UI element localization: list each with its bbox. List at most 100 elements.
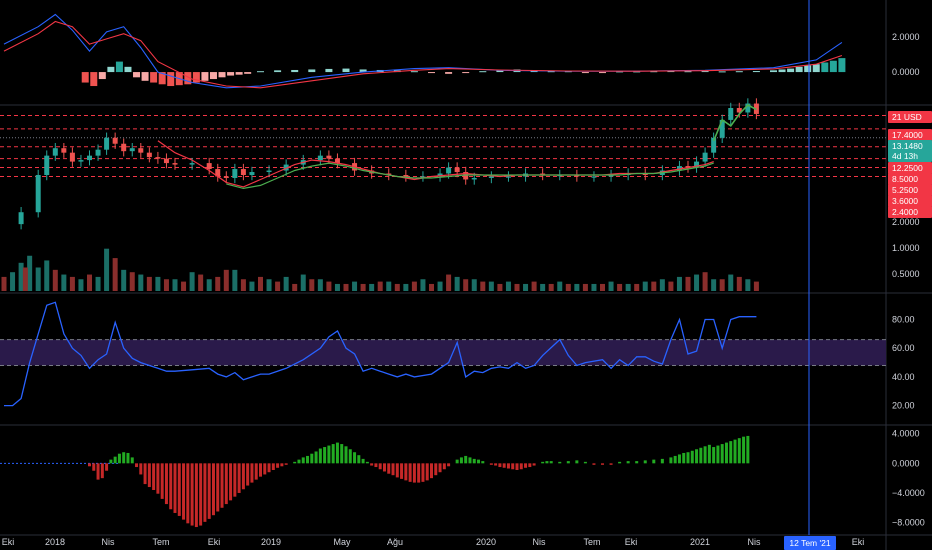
momentum-bar [506, 463, 510, 469]
volume-bar [95, 276, 101, 291]
momentum-bar [237, 463, 241, 493]
volume-bar [112, 258, 118, 291]
candle [728, 108, 734, 120]
momentum-bar [421, 463, 425, 482]
macd-histogram-bar [81, 72, 89, 83]
volume-bar [138, 274, 144, 291]
momentum-bar [327, 445, 331, 464]
macd-histogram-bar [342, 68, 350, 73]
momentum-bar [293, 461, 297, 464]
volume-bar [35, 267, 41, 291]
volume-bar [488, 281, 494, 291]
trading-chart[interactable]: 2.0000 0.0000 2.0000 1.0000 0.5000 21 USD 17.4… [0, 0, 932, 550]
macd-histogram-bar [599, 72, 606, 74]
rsi-tick-label: 40.00 [892, 372, 915, 382]
momentum-bar [331, 444, 335, 464]
volume-bar [369, 283, 375, 291]
momentum-tick-label: −8.0000 [892, 518, 925, 528]
volume-bar [377, 281, 383, 291]
momentum-bar [541, 461, 545, 464]
candle [505, 176, 511, 178]
volume-bar [22, 267, 28, 291]
momentum-bar [395, 463, 399, 478]
candle [266, 170, 272, 173]
candle [702, 152, 708, 162]
level-tag: 5.2500 [892, 185, 918, 195]
candle [44, 155, 50, 175]
level-tag: 17.4000 [892, 130, 923, 140]
rsi-band [0, 339, 886, 366]
momentum-bar [246, 463, 250, 486]
candle [129, 148, 135, 152]
candle [403, 175, 409, 177]
momentum-bar [528, 463, 532, 468]
macd-histogram-bar [115, 61, 123, 73]
momentum-bar [147, 463, 151, 488]
momentum-bar [502, 463, 506, 468]
momentum-bar [652, 459, 656, 464]
volume-bar [155, 276, 161, 291]
volume-bar [240, 279, 246, 291]
momentum-bar [686, 452, 690, 464]
volume-bar [446, 274, 452, 291]
momentum-bar [746, 435, 750, 464]
volume-bar [189, 272, 195, 291]
macd-histogram-bar [274, 70, 282, 73]
candle [591, 176, 597, 178]
volume-bar [505, 281, 511, 291]
volume-bar [437, 281, 443, 291]
momentum-bar [566, 461, 570, 464]
momentum-bar [545, 461, 549, 464]
volume-bar [403, 283, 409, 291]
momentum-bar [724, 442, 728, 464]
volume-bar [429, 283, 434, 291]
momentum-bar [340, 444, 344, 464]
level-tag: 12.2500 [892, 163, 923, 173]
volume-bar [343, 283, 349, 291]
momentum-bar [733, 439, 737, 464]
momentum-bar [387, 463, 391, 474]
cursor-date-tag: 12 Tem '21 [789, 538, 830, 548]
momentum-bar [156, 463, 160, 494]
momentum-bar [233, 463, 237, 497]
volume-bar [223, 269, 229, 291]
time-axis-label: 2019 [261, 537, 281, 547]
momentum-bar [374, 463, 378, 468]
momentum-bar [335, 442, 339, 464]
volume-bar [540, 283, 546, 291]
macd-histogram-bar [98, 72, 106, 80]
momentum-bar [344, 446, 348, 464]
momentum-bar [259, 463, 262, 477]
candle [69, 152, 75, 162]
volume-bar [523, 283, 529, 291]
momentum-bar [169, 463, 173, 510]
momentum-tick-label: −4.0000 [892, 488, 925, 498]
candle [317, 155, 323, 161]
volume-bar [565, 283, 571, 291]
time-axis-label: Tem [583, 537, 600, 547]
candle [240, 169, 246, 175]
momentum-tick-label: 4.0000 [892, 429, 920, 439]
momentum-bar [716, 445, 720, 464]
time-axis-label: Eki [852, 537, 865, 547]
macd-histogram-bar [244, 72, 252, 74]
momentum-bar [306, 455, 310, 464]
volume-bar [275, 281, 281, 291]
momentum-bar [122, 452, 126, 464]
macd-histogram-bar [308, 69, 316, 73]
macd-histogram-bar [718, 71, 726, 73]
momentum-bar [635, 461, 639, 464]
volume-bar [600, 283, 605, 291]
volume-bar [557, 281, 563, 291]
macd-histogram-bar [167, 72, 175, 87]
candle [138, 148, 144, 153]
time-axis-label: 2021 [690, 537, 710, 547]
volume-bar [753, 281, 759, 291]
candle [52, 148, 58, 156]
volume-bar [181, 281, 187, 291]
time-axis-label: 2018 [45, 537, 65, 547]
macd-histogram-bar [410, 71, 418, 73]
volume-bar [87, 274, 92, 291]
price-tick-label: 0.5000 [892, 269, 920, 279]
momentum-bar [310, 453, 314, 464]
